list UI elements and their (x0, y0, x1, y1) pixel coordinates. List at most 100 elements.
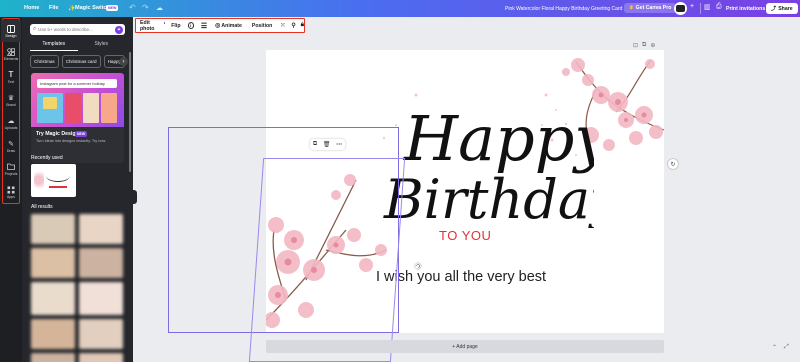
share-label: Share (778, 5, 793, 12)
template-thumbnail[interactable] (79, 248, 123, 278)
wish-text[interactable]: I wish you all the very best (376, 269, 546, 285)
template-thumbnail[interactable] (31, 248, 75, 278)
chevron-right-icon[interactable]: › (119, 57, 128, 66)
template-thumbnail[interactable] (79, 214, 123, 244)
animate-icon: ◎ (215, 23, 221, 29)
template-thumbnail[interactable] (79, 282, 123, 315)
template-thumbnail[interactable] (31, 282, 75, 315)
rail-label: Brand (6, 102, 16, 107)
template-thumbnail[interactable] (31, 353, 75, 362)
layout-icon (7, 24, 15, 33)
category-chips: Christmas Christmas card Happy (30, 55, 125, 68)
template-thumbnail[interactable] (79, 353, 123, 362)
flip-button[interactable]: Flip (171, 23, 180, 29)
document-title[interactable]: Pink Watercolor Floral Happy Birthday Gr… (505, 6, 622, 12)
rail-item-draw[interactable]: ✎ Draw (1, 135, 21, 157)
collapse-panel-handle[interactable] (133, 190, 137, 204)
edit-photo-dot (163, 22, 166, 24)
rail-label: Apps (7, 194, 15, 199)
promo-thumb (101, 93, 117, 123)
crown-icon: ♛ (629, 5, 634, 11)
pen-icon: ✎ (8, 140, 14, 148)
search-input[interactable] (38, 27, 109, 32)
rail-item-design[interactable]: Design (1, 20, 21, 42)
divider (700, 3, 701, 14)
recent-thumb-script (46, 170, 70, 182)
template-search-box[interactable]: ⌕ ✦ (30, 24, 125, 35)
promo-thumb (65, 93, 81, 123)
recent-thumb-line (49, 186, 67, 188)
magic-search-icon[interactable]: ✦ (115, 25, 123, 34)
panel-scrollbar[interactable] (129, 52, 131, 172)
new-badge: NEW (106, 5, 119, 11)
info-icon[interactable]: i (187, 22, 194, 29)
rail-item-uploads[interactable]: ☁ Uploads (1, 112, 21, 134)
magic-switch-button[interactable]: Magic Switch (75, 5, 110, 11)
refresh-icon: ↻ (670, 161, 676, 168)
side-rail: Design Elements T Text ♛ Brand ☁ Uploads… (0, 17, 22, 362)
position-button[interactable]: Position (252, 23, 272, 29)
paint-format-icon[interactable]: ⚲ (291, 22, 295, 29)
add-page-icon[interactable]: ⊕ (650, 42, 655, 49)
rail-label: Elements (3, 56, 19, 61)
apps-icon (7, 186, 15, 194)
add-people-icon[interactable]: + (690, 3, 694, 10)
rail-label: Design (5, 33, 17, 38)
promo-thumb (43, 97, 57, 109)
get-pro-button[interactable]: ♛ Get Canva Pro (624, 3, 677, 13)
templates-panel: ⌕ ✦ Templates Styles Christmas Christmas… (22, 17, 133, 362)
home-link[interactable]: Home (24, 5, 39, 11)
rail-item-elements[interactable]: Elements (1, 43, 21, 65)
fullscreen-icon[interactable]: ⤢ (784, 344, 789, 351)
border-style-icon[interactable]: ☰ (201, 22, 207, 30)
more-options-icon[interactable]: ⋯ (336, 141, 342, 148)
promo-description: Turn ideas into designs instantly. Try n… (36, 139, 107, 143)
promo-image: Instagram post for a summer holiday (31, 73, 124, 127)
lock-icon[interactable]: 🔒︎ (301, 22, 304, 29)
template-thumbnail[interactable] (79, 319, 123, 349)
rail-item-projects[interactable]: Projects (1, 158, 21, 180)
redo-icon[interactable]: ↷ (142, 3, 149, 12)
edit-photo-button[interactable]: Edit photo (140, 20, 163, 32)
lock-page-icon[interactable]: ⊡ (633, 42, 638, 49)
print-invitations-button[interactable]: Print invitations (726, 6, 765, 12)
notes-button[interactable]: ↻ (667, 158, 679, 170)
animate-button[interactable]: Animate (221, 23, 241, 29)
recent-design-thumbnail[interactable] (31, 164, 76, 197)
file-menu[interactable]: File (49, 5, 58, 11)
share-button[interactable]: ⤴ Share (766, 3, 798, 14)
analytics-icon[interactable]: ▥ (704, 3, 711, 11)
rail-label: Draw (6, 148, 16, 153)
copy-icon[interactable]: ⧉ (313, 141, 317, 148)
transparency-icon[interactable]: ⁙ (280, 22, 285, 29)
add-page-button[interactable]: + Add page (266, 340, 664, 353)
template-thumbnail[interactable] (31, 319, 75, 349)
magic-design-promo[interactable]: Instagram post for a summer holiday Try … (31, 73, 124, 163)
rail-item-brand[interactable]: ♛ Brand (1, 89, 21, 111)
trash-icon[interactable]: 🗑︎ (323, 141, 331, 148)
chip-christmas-card[interactable]: Christmas card (61, 55, 101, 68)
template-thumbnail[interactable] (31, 214, 75, 244)
rail-item-text[interactable]: T Text (1, 66, 21, 88)
text-icon: T (8, 70, 14, 79)
share-icon: ⤴ (771, 6, 777, 12)
tab-styles[interactable]: Styles (78, 39, 126, 51)
duplicate-page-icon[interactable]: ⧉ (642, 42, 646, 49)
collapse-pages-icon[interactable]: ⌃ (772, 344, 777, 351)
rail-item-apps[interactable]: Apps (1, 181, 21, 203)
rail-label: Text (7, 79, 15, 84)
to-you-text[interactable]: TO YOU (439, 228, 491, 243)
search-icon: ⌕ (33, 26, 37, 32)
tab-templates[interactable]: Templates (30, 39, 78, 51)
upload-icon: ☁ (7, 117, 15, 125)
recent-thumb-blossom (34, 168, 44, 192)
element-quick-actions: ⧉ 🗑︎ ⋯ (310, 139, 345, 150)
chip-christmas[interactable]: Christmas (30, 55, 59, 68)
get-pro-label: Get Canva Pro (635, 5, 672, 11)
avatar[interactable] (674, 2, 687, 15)
all-results-heading: All results (31, 204, 53, 210)
folder-icon (7, 163, 15, 171)
context-toolbar: Edit photo Flip i ☰ ◎ Animate Position ⁙… (135, 18, 305, 33)
undo-icon[interactable]: ↶ (129, 3, 136, 12)
rotated-selection-frame[interactable] (248, 158, 406, 362)
